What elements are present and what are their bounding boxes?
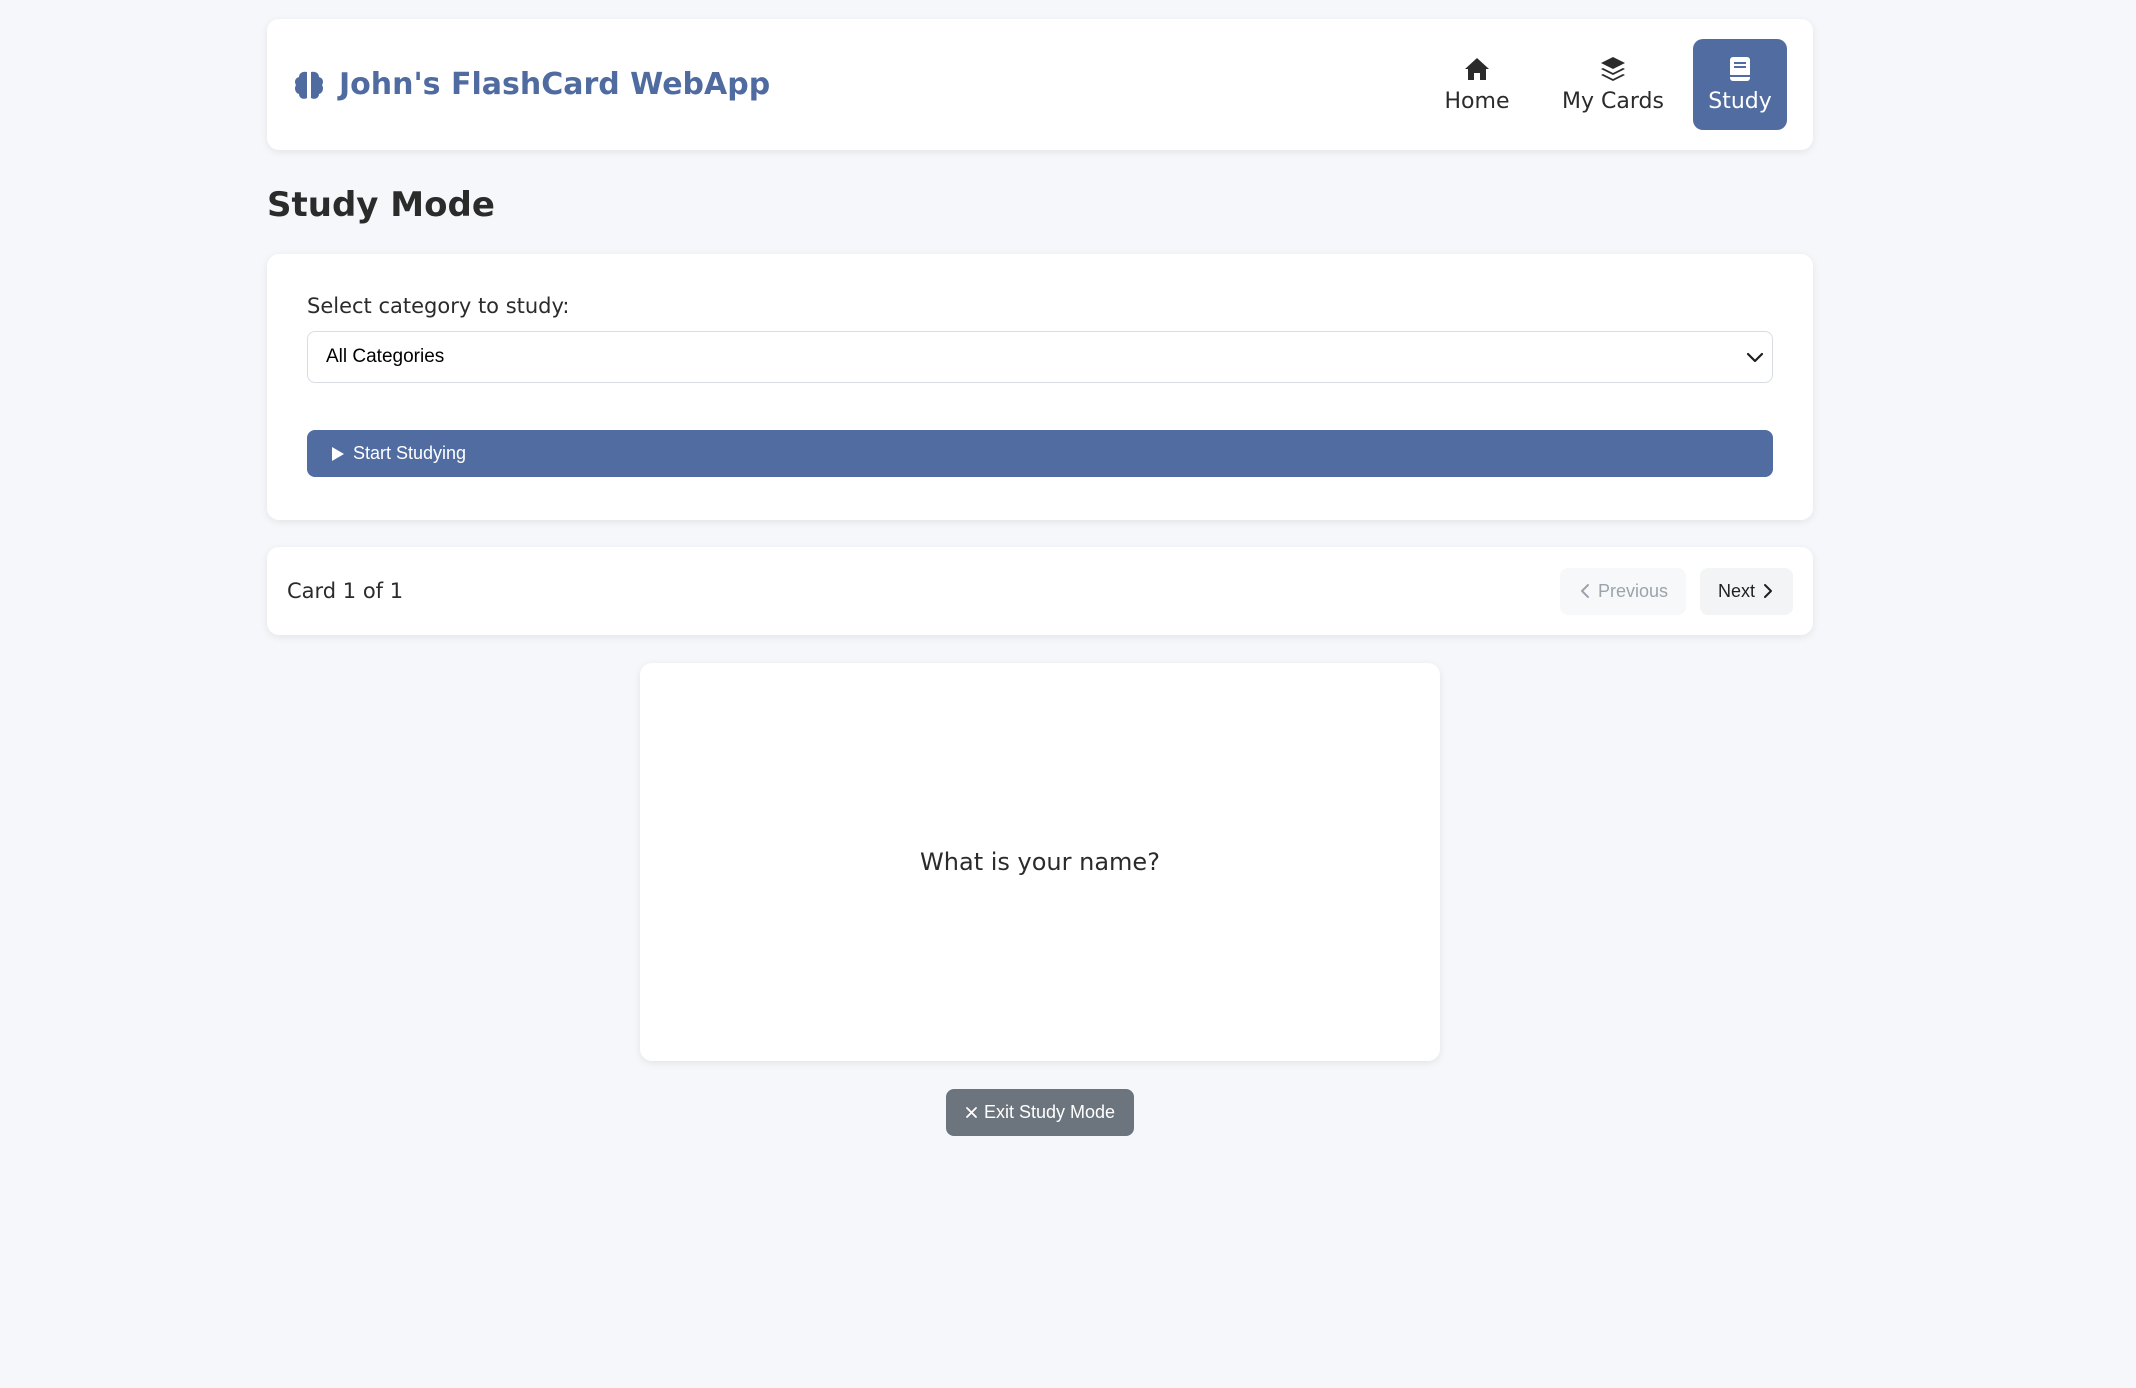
start-studying-label: Start Studying bbox=[353, 443, 467, 463]
app-container: John's FlashCard WebApp Home My Cards St… bbox=[267, 19, 1813, 635]
pager: Previous Next bbox=[1559, 567, 1793, 615]
brand-title: John's FlashCard WebApp bbox=[339, 67, 771, 102]
home-icon bbox=[1465, 58, 1489, 80]
nav-my-cards[interactable]: My Cards bbox=[1545, 39, 1681, 130]
page-title: Study Mode bbox=[267, 185, 495, 225]
previous-button[interactable]: Previous bbox=[1559, 567, 1686, 615]
next-button[interactable]: Next bbox=[1699, 567, 1793, 615]
chevron-down-icon bbox=[1746, 352, 1764, 363]
nav-home[interactable]: Home bbox=[1421, 39, 1533, 130]
chevron-right-icon bbox=[1764, 584, 1772, 598]
main-nav: Home My Cards Study bbox=[1421, 39, 1787, 130]
app-header: John's FlashCard WebApp Home My Cards St… bbox=[267, 19, 1813, 150]
study-setup-panel: Select category to study: All Categories… bbox=[267, 254, 1813, 520]
chevron-left-icon bbox=[1580, 584, 1589, 598]
card-navigation-bar: Card 1 of 1 Previous Next bbox=[267, 547, 1813, 635]
nav-home-label: Home bbox=[1444, 89, 1510, 114]
brand[interactable]: John's FlashCard WebApp bbox=[291, 67, 770, 103]
category-select[interactable]: All Categories bbox=[307, 331, 1773, 383]
layers-icon bbox=[1601, 57, 1625, 81]
exit-study-mode-button[interactable]: Exit Study Mode bbox=[946, 1089, 1134, 1136]
brain-icon bbox=[295, 71, 323, 99]
flashcard[interactable]: What is your name? bbox=[640, 663, 1440, 1061]
nav-study-label: Study bbox=[1708, 89, 1772, 114]
card-counter: Card 1 of 1 bbox=[287, 579, 404, 603]
start-studying-button[interactable]: Start Studying bbox=[307, 430, 1773, 477]
flashcard-text: What is your name? bbox=[920, 848, 1160, 876]
nav-my-cards-label: My Cards bbox=[1562, 89, 1664, 114]
previous-label: Previous bbox=[1597, 580, 1668, 601]
category-select-value: All Categories bbox=[326, 346, 445, 367]
category-select-label: Select category to study: bbox=[307, 294, 570, 318]
exit-study-mode-label: Exit Study Mode bbox=[983, 1102, 1116, 1122]
close-icon bbox=[966, 1107, 977, 1118]
next-label: Next bbox=[1717, 580, 1755, 601]
play-icon bbox=[332, 446, 344, 461]
book-icon bbox=[1730, 57, 1750, 81]
nav-study[interactable]: Study bbox=[1693, 39, 1787, 130]
